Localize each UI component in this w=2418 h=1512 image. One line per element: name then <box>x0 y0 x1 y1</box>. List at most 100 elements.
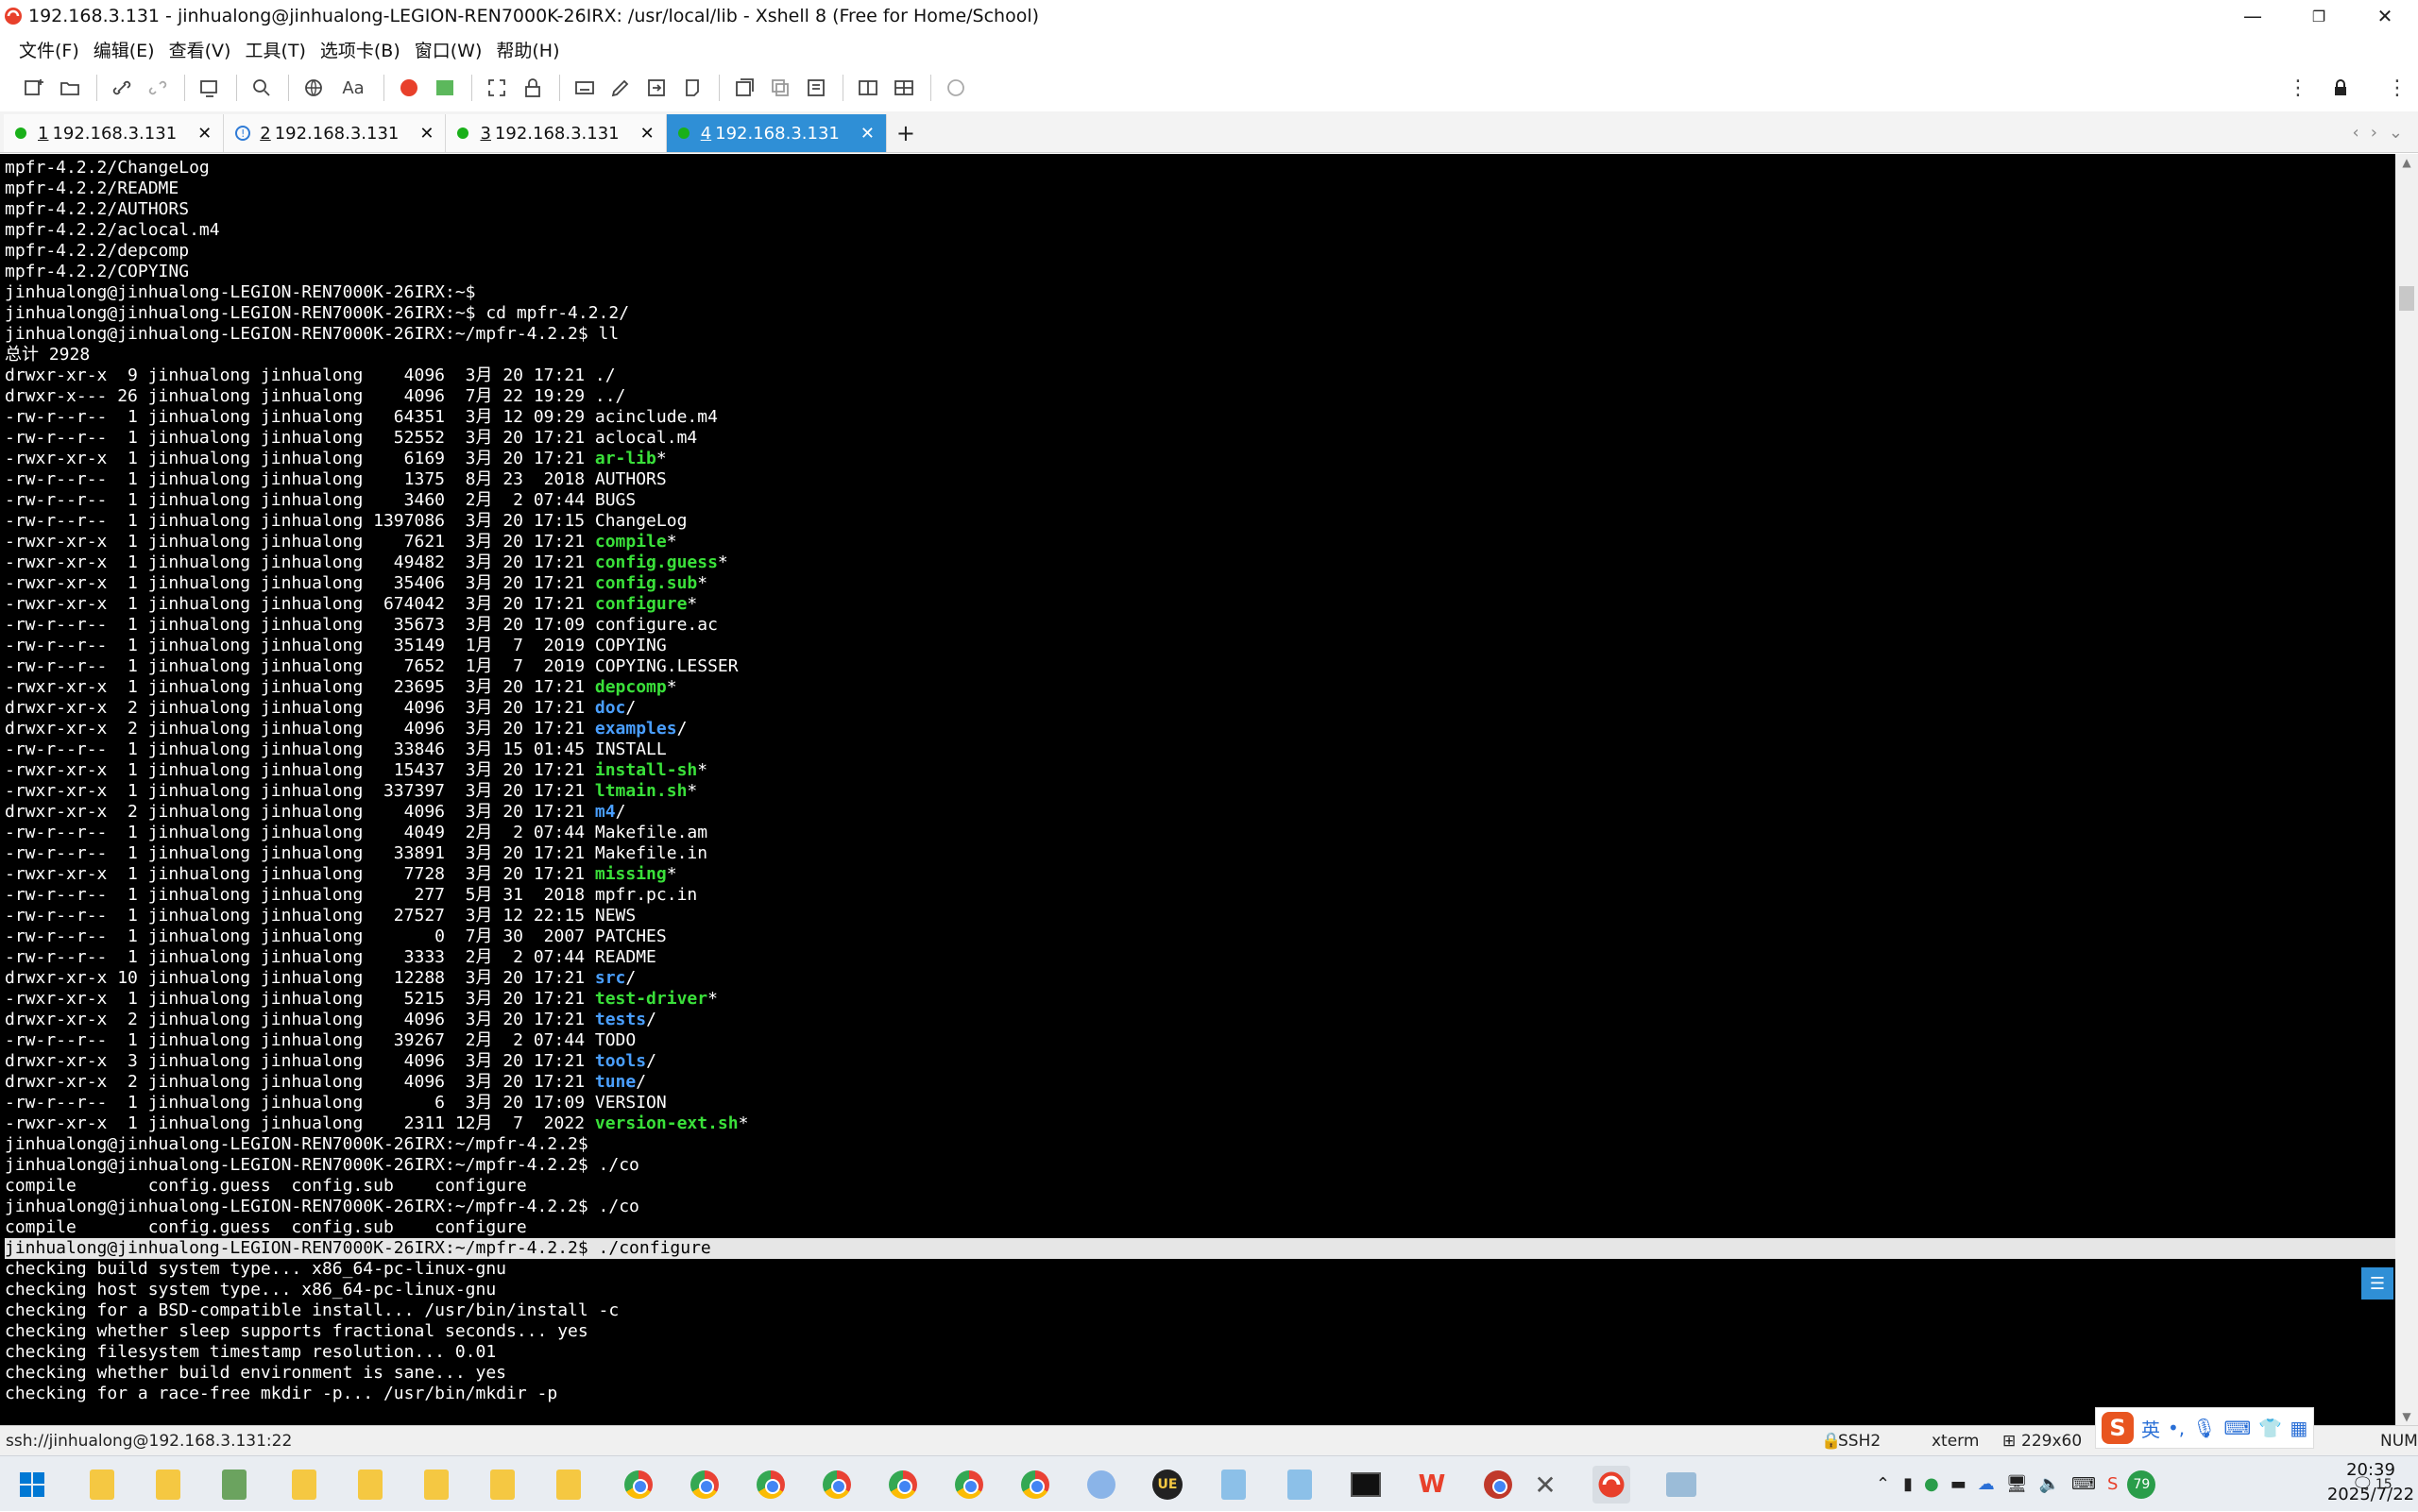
tab-session-1[interactable]: 1 192.168.3.131 ✕ <box>4 114 225 152</box>
close-tab-icon[interactable]: ✕ <box>419 124 434 144</box>
search-icon[interactable] <box>245 71 279 105</box>
add-tab-button[interactable]: + <box>887 114 925 152</box>
folder-icon[interactable] <box>351 1466 389 1504</box>
compose-bar-toggle-icon[interactable]: ☰ <box>2361 1267 2393 1300</box>
font-icon[interactable]: Aa <box>332 71 374 105</box>
folder-icon[interactable] <box>550 1466 587 1504</box>
sogou-tray-icon[interactable]: S <box>2107 1474 2118 1494</box>
tools-icon[interactable]: ✕ <box>1526 1466 1564 1504</box>
keyboard-icon[interactable]: ⌨ <box>2224 1417 2252 1439</box>
chat-icon[interactable] <box>939 71 973 105</box>
ime-language[interactable]: 英 <box>2141 1415 2160 1442</box>
layout-icon[interactable] <box>887 71 921 105</box>
open-folder-icon[interactable] <box>53 71 87 105</box>
xftp-icon[interactable] <box>428 71 462 105</box>
chrome-icon[interactable] <box>884 1466 922 1504</box>
chrome-icon[interactable] <box>818 1466 856 1504</box>
chevron-down-icon[interactable]: ⌄ <box>2389 123 2403 143</box>
session-manager-icon[interactable] <box>193 71 227 105</box>
terminal-scrollbar[interactable]: ▲ ▼ <box>2395 154 2418 1425</box>
keyboard-icon[interactable] <box>568 71 602 105</box>
folder-icon[interactable] <box>285 1466 323 1504</box>
new-session-icon[interactable] <box>17 71 51 105</box>
ime-toolbar[interactable]: S 英 •, 🎙 ⌨ 👕 ▦ <box>2095 1407 2315 1449</box>
fullscreen-icon[interactable] <box>480 71 514 105</box>
connect-icon[interactable] <box>105 71 139 105</box>
folder-icon[interactable] <box>83 1466 121 1504</box>
xshell-taskbar-icon[interactable] <box>1592 1466 1630 1504</box>
menu-help[interactable]: 帮助(H) <box>496 37 559 62</box>
chrome-icon[interactable] <box>686 1466 724 1504</box>
wechat-icon[interactable]: ● <box>1924 1474 1939 1494</box>
notification-icon[interactable]: 🗨 <box>2352 1474 2374 1494</box>
terminal-line-text: -rwxr-xr-x 1 jinhualong jinhualong 67404… <box>5 594 595 614</box>
image-viewer-icon[interactable] <box>1662 1466 1700 1504</box>
more-options-icon[interactable]: ⋮ <box>2281 71 2315 105</box>
split-icon[interactable] <box>851 71 885 105</box>
log-icon[interactable] <box>799 71 833 105</box>
ime-tray-icon[interactable]: ⌨ <box>2071 1474 2096 1494</box>
chrome-icon[interactable] <box>1016 1466 1054 1504</box>
chrome-icon[interactable] <box>752 1466 790 1504</box>
chrome-icon[interactable] <box>620 1466 657 1504</box>
terminal-output[interactable]: mpfr-4.2.2/ChangeLog mpfr-4.2.2/README mpf… <box>0 154 2395 1425</box>
chevron-up-icon[interactable]: ⌃ <box>1876 1474 1890 1494</box>
xshell-icon[interactable] <box>392 71 426 105</box>
network-icon[interactable]: 🖥 <box>2006 1474 2028 1494</box>
menu-edit[interactable]: 编辑(E) <box>94 37 155 62</box>
close-button[interactable]: ✕ <box>2352 0 2418 32</box>
sogou-logo-icon[interactable]: S <box>2102 1412 2134 1444</box>
microphone-icon[interactable]: 🎙 <box>2192 1417 2216 1439</box>
compose-icon[interactable] <box>604 71 638 105</box>
cloud-icon[interactable]: ☁ <box>1978 1474 1995 1494</box>
scroll-up-icon[interactable]: ▲ <box>2395 156 2418 169</box>
scroll-down-icon[interactable]: ▼ <box>2395 1410 2418 1423</box>
app-icon[interactable] <box>1479 1466 1517 1504</box>
battery-badge[interactable]: 79 <box>2127 1470 2156 1499</box>
folder-icon[interactable] <box>417 1466 455 1504</box>
lock-icon[interactable] <box>516 71 550 105</box>
menu-tab[interactable]: 选项卡(B) <box>320 37 400 62</box>
book-app-icon[interactable] <box>215 1466 253 1504</box>
tab-session-3[interactable]: 3 192.168.3.131 ✕ <box>446 114 667 152</box>
skin-icon[interactable]: 👕 <box>2258 1417 2282 1439</box>
volume-icon[interactable]: 🔈 <box>2039 1474 2060 1494</box>
disconnect-icon[interactable] <box>141 71 175 105</box>
chrome-icon[interactable] <box>950 1466 988 1504</box>
wps-icon[interactable]: W <box>1413 1466 1451 1504</box>
terminal-app-icon[interactable] <box>1347 1466 1385 1504</box>
toolbar-overflow-icon[interactable]: ⋮ <box>2380 71 2414 105</box>
script-icon[interactable] <box>675 71 709 105</box>
windows-start-icon[interactable] <box>13 1466 51 1504</box>
menu-tools[interactable]: 工具(T) <box>245 37 305 62</box>
close-tab-icon[interactable]: ✕ <box>860 124 875 144</box>
tab-session-4[interactable]: 4 192.168.3.131 ✕ <box>666 114 887 152</box>
ultraedit-icon[interactable]: UE <box>1149 1466 1186 1504</box>
close-tab-icon[interactable]: ✕ <box>640 124 655 144</box>
globe-icon[interactable] <box>297 71 331 105</box>
chevron-right-icon[interactable]: › <box>2371 123 2377 143</box>
padlock-icon[interactable] <box>2324 71 2358 105</box>
copy-icon[interactable] <box>763 71 797 105</box>
tray-app-icon[interactable]: ▮ <box>1903 1474 1913 1494</box>
grid-icon[interactable]: ▦ <box>2290 1417 2307 1439</box>
notification-center[interactable]: 🗨 15 <box>2352 1456 2392 1512</box>
notepad-icon[interactable] <box>1281 1466 1319 1504</box>
tray-app-icon[interactable]: ▬ <box>1950 1474 1967 1494</box>
chevron-left-icon[interactable]: ‹ <box>2353 123 2359 143</box>
maximize-button[interactable]: ❐ <box>2286 0 2352 32</box>
menu-window[interactable]: 窗口(W) <box>415 37 483 62</box>
folder-icon[interactable] <box>149 1466 187 1504</box>
punctuation-icon[interactable]: •, <box>2168 1417 2185 1439</box>
menu-file[interactable]: 文件(F) <box>19 37 79 62</box>
new-tab-icon[interactable] <box>727 71 761 105</box>
scrollbar-thumb[interactable] <box>2399 286 2414 311</box>
paint-icon[interactable] <box>1082 1466 1120 1504</box>
tab-session-2[interactable]: ! 2 192.168.3.131 ✕ <box>224 114 447 152</box>
menu-view[interactable]: 查看(V) <box>169 37 231 62</box>
close-tab-icon[interactable]: ✕ <box>197 124 212 144</box>
folder-icon[interactable] <box>484 1466 521 1504</box>
transfer-icon[interactable] <box>639 71 673 105</box>
notepad-icon[interactable] <box>1215 1466 1252 1504</box>
minimize-button[interactable]: — <box>2220 0 2286 32</box>
